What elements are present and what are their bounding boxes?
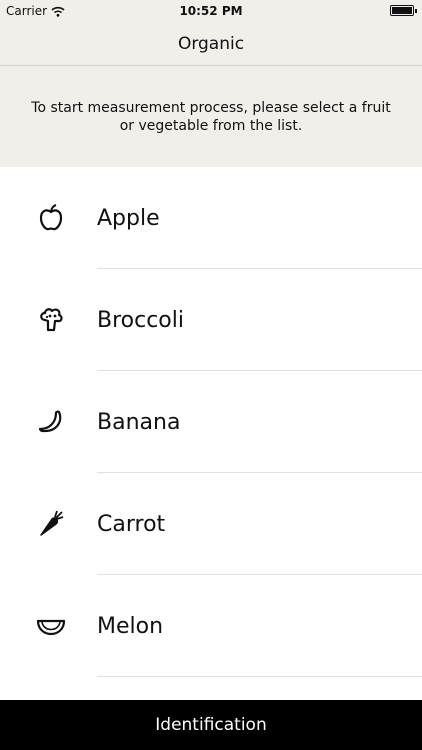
list-item-banana[interactable]: Banana [0,371,422,473]
identification-button[interactable]: Identification [0,700,422,750]
banana-icon [36,407,66,437]
list-item-melon[interactable]: Melon [0,575,422,677]
carrot-icon [36,509,66,539]
identification-button-label: Identification [155,715,267,735]
instructions-text: To start measurement process, please sel… [31,99,391,134]
list-item-apple[interactable]: Apple [0,167,422,269]
list-item-carrot[interactable]: Carrot [0,473,422,575]
list-item-label: Banana [97,409,181,435]
nav-bar: Organic [0,22,422,66]
list-item-label: Apple [97,205,160,231]
instructions-panel: To start measurement process, please sel… [0,66,422,167]
produce-list: Apple Broccoli Banana Carrot Melon [0,167,422,677]
melon-icon [36,611,66,641]
list-item-label: Carrot [97,511,166,537]
list-item-label: Broccoli [97,307,184,333]
apple-icon [36,203,66,233]
list-item-broccoli[interactable]: Broccoli [0,269,422,371]
list-item-label: Melon [97,613,164,639]
status-bar: Carrier 10:52 PM [0,0,422,22]
status-time: 10:52 PM [179,4,243,18]
battery-icon [390,5,417,16]
broccoli-icon [36,305,66,335]
page-title: Organic [177,33,245,54]
divider [97,676,422,677]
